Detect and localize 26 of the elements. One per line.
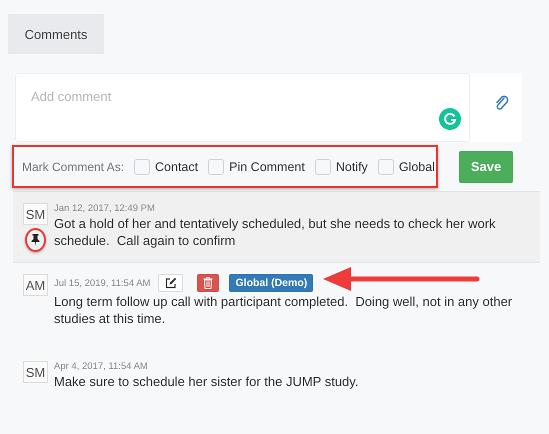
mark-label: Mark Comment As: (22, 160, 124, 174)
edit-icon (164, 277, 177, 289)
comment-text: Make sure to schedule her sister for the JUMP study. (54, 373, 360, 390)
refresh-icon[interactable] (439, 108, 461, 130)
checkbox-label[interactable]: Contact (155, 160, 198, 174)
edit-button[interactable] (158, 274, 184, 292)
checkbox[interactable] (208, 158, 224, 174)
checkbox-label[interactable]: Global (398, 160, 435, 174)
avatar: AM (23, 274, 48, 296)
comment-date: Jan 12, 2017, 12:49 PM (54, 203, 155, 214)
avatar: SM (23, 361, 48, 383)
paperclip-icon[interactable] (494, 95, 510, 111)
trash-icon (203, 277, 214, 289)
comment-text: Long term follow up call with participant completed. Doing well, not in any other studies at this time. (54, 293, 514, 327)
checkbox-label[interactable]: Notify (336, 160, 368, 174)
checkbox-label[interactable]: Pin Comment (229, 160, 305, 174)
checkbox[interactable] (378, 158, 394, 174)
checkbox[interactable] (134, 158, 150, 174)
comment-date: Apr 4, 2017, 11:54 AM (54, 361, 148, 372)
avatar: SM (23, 203, 48, 225)
comment-date: Jul 15, 2019, 11:54 AM (54, 278, 150, 288)
delete-button[interactable] (197, 274, 220, 292)
comment-text: Got a hold of her and tentatively scheduled, but she needs to check her work schedule. Call again to confirm (54, 215, 497, 249)
global-badge: Global (Demo) (229, 274, 314, 292)
comments-tab[interactable]: Comments (8, 14, 104, 54)
checkbox[interactable] (314, 158, 331, 174)
